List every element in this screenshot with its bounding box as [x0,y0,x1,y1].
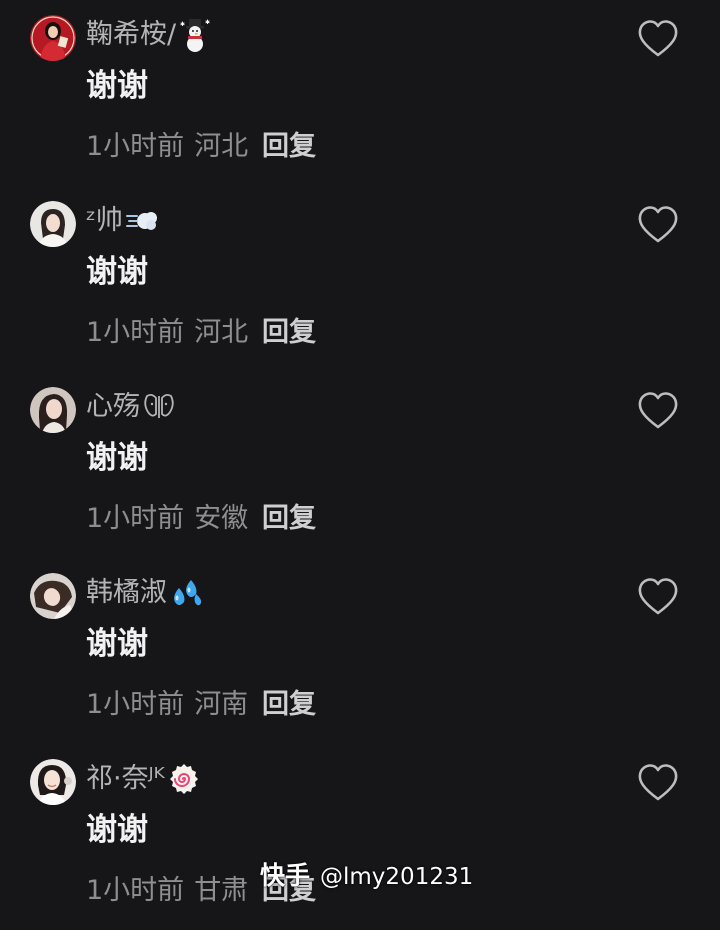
watermark-brand: 快手 [260,861,311,890]
like-button[interactable] [636,576,680,618]
comment-meta: 1小时前 甘肃 [86,871,248,911]
username[interactable]: 鞠希桉/ ✱ ✱ [86,17,212,53]
smiling-portrait-avatar-icon [30,759,76,805]
username[interactable]: 韩橘淑 [86,575,203,611]
white-portrait-avatar-icon [30,201,76,247]
lying-portrait-avatar-icon [30,573,76,619]
comment-item: 心殇 谢谢 1小时前 安徽 回复 [0,372,720,558]
comment-item: ᶻ帅 谢谢 1小时前 河北 回复 [0,186,720,372]
comment-text: 谢谢 [86,68,148,104]
comment-text: 谢谢 [86,812,148,848]
comment-region: 甘肃 [194,875,249,906]
watermark: 快手 @lmy201231 [260,858,473,894]
reply-button[interactable]: 回复 [262,499,316,539]
username-text: 韩橘淑 [86,577,167,608]
username[interactable]: ᶻ帅 [86,203,159,239]
comment-item: 鞠希桉/ ✱ ✱ 谢谢 1小时前 河北 回复 [0,0,720,186]
comment-meta: 1小时前 河南 [86,685,248,725]
dark-hair-portrait-avatar-icon [30,387,76,433]
comment-text: 谢谢 [86,254,148,290]
avatar[interactable] [30,387,76,433]
snowman-emoji-icon: ✱ ✱ [178,18,212,52]
comment-region: 河南 [194,689,249,720]
avatar[interactable] [30,201,76,247]
avatar[interactable] [30,759,76,805]
username-text: 心殇 [86,391,140,422]
comment-region: 安徽 [194,503,249,534]
heart-outline-icon [638,578,678,615]
dash-puff-emoji-icon [125,204,159,238]
comment-text: 谢谢 [86,626,148,662]
comment-item: 韩橘淑 谢谢 1小时前 河南 回复 [0,558,720,744]
comment-time: 1小时前 [86,503,185,534]
watermark-handle: @lmy201231 [320,864,474,890]
red-outfit-avatar-icon [30,15,76,61]
fish-cake-swirl-emoji-icon [167,762,201,796]
username[interactable]: 心殇 [86,389,176,425]
moth-glyph-icon [142,390,176,424]
heart-outline-icon [638,206,678,243]
comment-time: 1小时前 [86,689,185,720]
comment-meta: 1小时前 河北 [86,127,248,167]
heart-outline-icon [638,764,678,801]
comment-meta: 1小时前 安徽 [86,499,248,539]
like-button[interactable] [636,762,680,804]
comment-time: 1小时前 [86,317,185,348]
comment-list: 鞠希桉/ ✱ ✱ 谢谢 1小时前 河北 回复 ᶻ帅 谢谢 1小时前 河北 回复 … [0,0,720,906]
comment-region: 河北 [194,131,249,162]
heart-outline-icon [638,392,678,429]
avatar[interactable] [30,573,76,619]
comment-meta: 1小时前 河北 [86,313,248,353]
reply-button[interactable]: 回复 [262,127,316,167]
username-text: ᶻ帅 [86,205,123,236]
sweat-drops-emoji-icon [169,576,203,610]
comment-time: 1小时前 [86,131,185,162]
svg-text:✱: ✱ [180,21,185,28]
comment-text: 谢谢 [86,440,148,476]
like-button[interactable] [636,390,680,432]
like-button[interactable] [636,204,680,246]
avatar[interactable] [30,15,76,61]
like-button[interactable] [636,18,680,60]
comment-item: 祁·奈ᴶᴷ 谢谢 1小时前 甘肃 回复 [0,744,720,930]
username[interactable]: 祁·奈ᴶᴷ [86,761,201,797]
username-text: 鞠希桉/ [86,19,177,50]
reply-button[interactable]: 回复 [262,313,316,353]
reply-button[interactable]: 回复 [262,685,316,725]
comment-time: 1小时前 [86,875,185,906]
svg-text:✱: ✱ [205,19,210,26]
username-text: 祁·奈ᴶᴷ [86,763,165,794]
comment-region: 河北 [194,317,249,348]
heart-outline-icon [638,20,678,57]
